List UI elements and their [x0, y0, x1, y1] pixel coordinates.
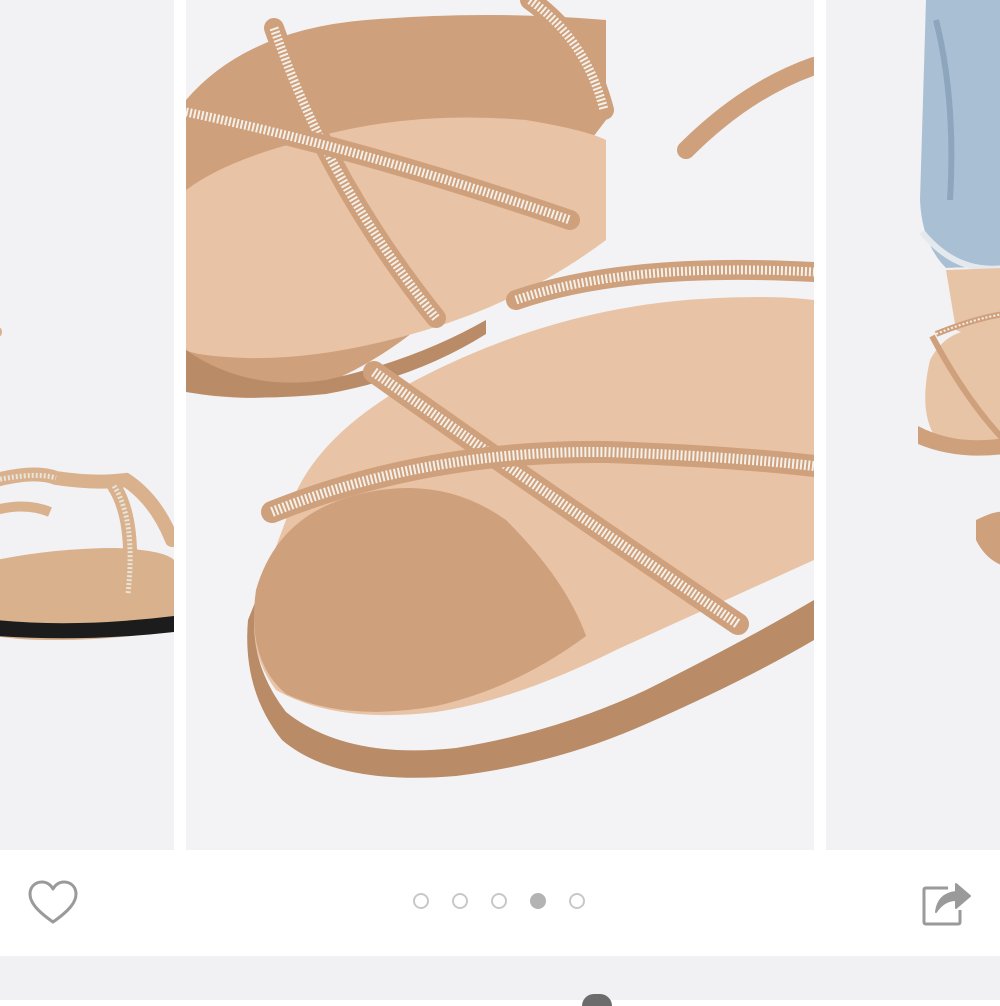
share-button[interactable]: [918, 874, 974, 928]
product-image-carousel[interactable]: [0, 0, 1000, 850]
bottom-panel-strip: [0, 956, 1000, 1006]
pagination-dot-1[interactable]: [413, 893, 429, 909]
heart-icon: [28, 880, 78, 924]
carousel-slide-next[interactable]: [826, 0, 1000, 850]
sandal-image-current: [186, 0, 814, 850]
pagination-dot-5[interactable]: [569, 893, 585, 909]
panel-handle[interactable]: [582, 994, 612, 1006]
pagination-dot-3[interactable]: [491, 893, 507, 909]
carousel-pagination: [411, 893, 591, 915]
pagination-dot-4-active[interactable]: [530, 893, 546, 909]
carousel-slide-previous[interactable]: [0, 0, 174, 850]
carousel-controls: [0, 850, 1000, 956]
sandal-image-previous: [0, 0, 174, 850]
sandal-image-next: [826, 0, 1000, 850]
favorite-button[interactable]: [26, 878, 80, 928]
carousel-slide-current[interactable]: [186, 0, 814, 850]
pagination-dot-2[interactable]: [452, 893, 468, 909]
share-icon: [922, 883, 971, 926]
